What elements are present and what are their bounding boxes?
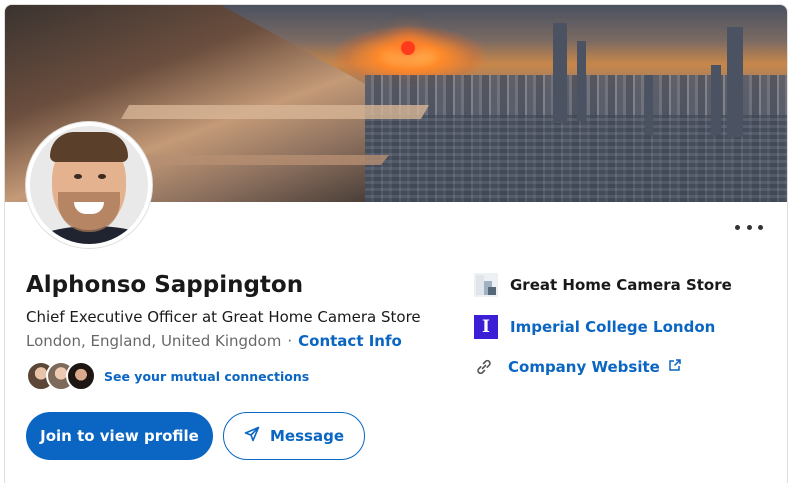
message-button-label: Message <box>270 427 344 445</box>
separator-dot: · <box>287 332 293 350</box>
school-logo-icon: I <box>474 315 498 339</box>
company-name: Great Home Camera Store <box>510 276 732 294</box>
current-company[interactable]: Great Home Camera Store <box>474 273 732 297</box>
external-link-icon[interactable] <box>668 358 682 376</box>
company-logo-icon <box>474 273 498 297</box>
school-name[interactable]: Imperial College London <box>510 318 715 336</box>
mutual-connections-link[interactable]: See your mutual connections <box>104 369 309 384</box>
location-row: London, England, United Kingdom · Contact … <box>26 332 402 350</box>
avatar[interactable] <box>26 122 152 248</box>
profile-location: London, England, United Kingdom <box>26 332 282 350</box>
contact-info-link[interactable]: Contact Info <box>298 332 402 350</box>
message-button[interactable]: Message <box>223 412 365 460</box>
more-options-icon[interactable] <box>735 217 763 237</box>
company-website-link[interactable]: Company Website <box>508 358 660 376</box>
education[interactable]: I Imperial College London <box>474 315 715 339</box>
join-to-view-profile-button[interactable]: Join to view profile <box>26 412 213 460</box>
profile-name: Alphonso Sappington <box>26 272 304 298</box>
mutual-connections[interactable]: See your mutual connections <box>26 360 309 392</box>
send-icon <box>244 426 260 446</box>
mutual-avatars <box>26 360 100 392</box>
link-icon <box>474 357 494 377</box>
company-website-row[interactable]: Company Website <box>474 357 682 377</box>
profile-headline: Chief Executive Officer at Great Home Ca… <box>26 308 421 326</box>
mutual-avatar <box>66 361 96 391</box>
